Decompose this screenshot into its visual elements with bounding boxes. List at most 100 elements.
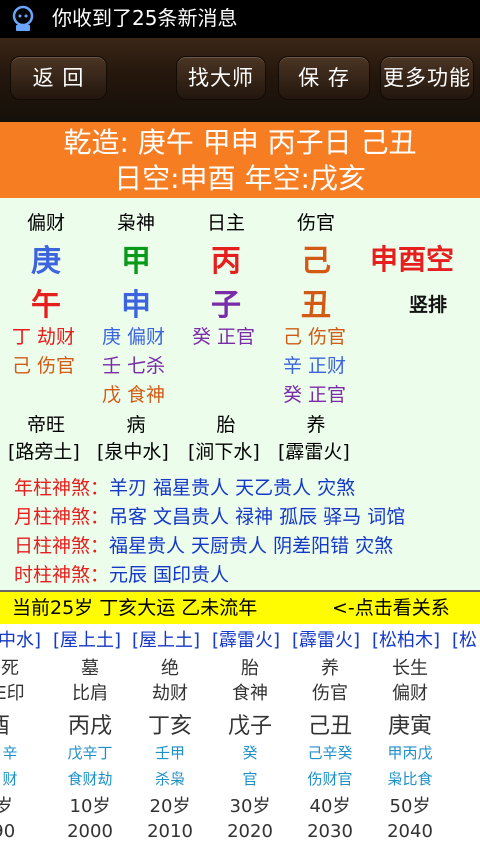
dayun-hidden: 己辛癸 (307, 744, 353, 762)
more-functions-label: 更多功能 (383, 66, 471, 90)
save-label: 保 存 (298, 66, 350, 90)
branch-hour: 丑 (301, 288, 331, 323)
dayun-stage: 死 (1, 658, 19, 679)
dayun-nayin: [屋上土] (53, 630, 122, 651)
vertical-mode-toggle[interactable]: 竖排 (409, 290, 447, 317)
life-stage-hour: 养 (306, 414, 326, 436)
branch-month: 申 (121, 288, 151, 323)
dayun-nayin: [霹雷火] (292, 630, 361, 651)
shensha-row: 月柱神煞：吊客 文昌贵人 禄神 孤辰 驿马 词馆 (14, 502, 405, 529)
dayun-god: 正 (450, 679, 480, 705)
dayun-hidden: 甲丙戊 (387, 744, 433, 762)
dayun-god: 劫财 (152, 683, 188, 704)
dayun-hidden: 壬甲 (154, 744, 185, 762)
dayun-god: 食神 (232, 683, 268, 704)
notification-text[interactable]: 你收到了25条新消息 (52, 6, 237, 30)
shensha-row: 年柱神煞：羊刃 福星贵人 天乙贵人 灾煞 (14, 473, 355, 500)
shensha-label: 年柱神煞： (14, 477, 110, 499)
stem-day: 丙 (211, 244, 241, 279)
dayun-year: 2010 (147, 821, 193, 842)
dayun-ganzhi[interactable]: 丙戌 (50, 708, 130, 740)
hidden-stem: 庚 偏财 (102, 326, 166, 348)
shensha-value: 羊刃 福星贵人 天乙贵人 灾煞 (109, 477, 356, 499)
toolbar: 返 回 找大师 保 存 更多功能 (0, 38, 480, 122)
life-stage-month: 病 (126, 414, 146, 436)
hidden-stem: 丁 劫财 (12, 326, 76, 348)
dayun-ganzhi[interactable]: 辛 (466, 708, 480, 740)
dayun-ganzhi[interactable]: 己丑 (290, 708, 370, 740)
nayin-hour: [霹雷火] (278, 441, 350, 463)
ten-god-day: 日主 (206, 212, 245, 234)
chart-header: 乾造: 庚午 甲申 丙子日 己丑 日空:申酉 年空:戌亥 (0, 122, 480, 198)
hidden-stem: 癸 正官 (283, 384, 347, 406)
hidden-stem: 辛 正财 (283, 355, 347, 377)
find-master-button[interactable]: 找大师 (176, 56, 266, 100)
dayun-year: 2030 (307, 821, 353, 842)
message-notification-icon (12, 5, 34, 31)
dayun-age: 6 (462, 792, 480, 813)
nayin-day: [涧下水] (188, 441, 260, 463)
shensha-label: 时柱神煞： (14, 564, 110, 586)
dayun-stage: 沐 (450, 654, 480, 680)
nayin-year: [路旁土] (8, 441, 80, 463)
dayun-ganzhi[interactable]: 戊子 (210, 708, 290, 740)
view-relations-link[interactable]: <-点击看关系 (332, 592, 450, 624)
dayun-hidden-god: 伤财官 (307, 770, 353, 788)
dayun-age: 40岁 (309, 796, 351, 817)
dayun-stage: 绝 (161, 658, 179, 679)
dayun-year: 990 (0, 821, 16, 842)
dayun-god: E印 (0, 683, 25, 704)
dayun-hidden-god: 印 (450, 768, 480, 789)
dayun-stage: 胎 (241, 658, 259, 679)
dayun-age: 0岁 (0, 796, 13, 817)
shensha-row: 时柱神煞：元辰 国印贵人 (14, 560, 229, 587)
ten-god-year: 偏财 (26, 212, 65, 234)
dayun-scroller[interactable]: 中水] [屋上土] [屋上土] [霹雷火] [霹雷火] [松柏木] [松 死 墓… (0, 624, 480, 854)
dayun-stage: 养 (321, 658, 339, 679)
shensha-label: 月柱神煞： (14, 506, 110, 528)
hidden-stem: 壬 七杀 (102, 355, 166, 377)
dayun-ganzhi[interactable]: 庚寅 (370, 708, 450, 740)
dayun-year: 2000 (67, 821, 113, 842)
save-button[interactable]: 保 存 (278, 56, 370, 100)
kong-badge: 申酉空 (370, 243, 455, 276)
branch-year: 午 (31, 288, 61, 323)
dayun-nayin: 中水] (0, 630, 42, 651)
shensha-value: 元辰 国印贵人 (109, 564, 230, 586)
dayun-god: 伤官 (312, 683, 348, 704)
current-luck-bar[interactable]: 当前25岁 丁亥大运 乙未流年 <-点击看关系 (0, 590, 480, 626)
dayun-nayin: [松 (452, 630, 478, 651)
dayun-ganzhi[interactable]: 丁亥 (130, 708, 210, 740)
hidden-stem: 癸 正官 (192, 326, 256, 348)
dayun-nayin: [屋上土] (132, 630, 201, 651)
more-functions-button[interactable]: 更多功能 (380, 56, 474, 100)
shensha-value: 福星贵人 天厨贵人 阴差阳错 灾煞 (109, 535, 394, 557)
status-bar: 你收到了25条新消息 (0, 0, 480, 38)
dayun-stage: 墓 (81, 658, 99, 679)
ten-god-month: 枭神 (116, 212, 155, 234)
branch-day: 子 (211, 288, 241, 323)
dayun-stage: 长生 (392, 658, 428, 679)
back-button[interactable]: 返 回 (10, 56, 107, 100)
stem-year: 庚 (31, 244, 61, 279)
hidden-stem: 己 伤官 (12, 355, 76, 377)
shensha-value: 吊客 文昌贵人 禄神 孤辰 驿马 词馆 (109, 506, 406, 528)
life-stage-year: 帝旺 (26, 414, 65, 436)
dayun-god: 比肩 (72, 683, 108, 704)
find-master-label: 找大师 (188, 66, 254, 90)
dayun-year: 2020 (227, 821, 273, 842)
dayun-age: 10岁 (69, 796, 111, 817)
hidden-stem: 己 伤官 (283, 326, 347, 348)
dayun-hidden-god: 财 (2, 770, 18, 788)
dayun-hidden: 辛 (2, 744, 18, 762)
dayun-age: 20岁 (149, 796, 191, 817)
dayun-ganzhi[interactable]: 乙酉 (0, 708, 28, 740)
hidden-stem: 戊 食神 (102, 384, 166, 406)
shensha-label: 日柱神煞： (14, 535, 110, 557)
dayun-god: 偏财 (392, 683, 428, 704)
bazi-line: 乾造: 庚午 甲申 丙子日 己丑 (63, 126, 417, 159)
back-label: 返 回 (32, 66, 85, 90)
dayun-age: 30岁 (229, 796, 271, 817)
ten-god-hour: 伤官 (296, 212, 335, 234)
nayin-month: [泉中水] (97, 441, 169, 463)
